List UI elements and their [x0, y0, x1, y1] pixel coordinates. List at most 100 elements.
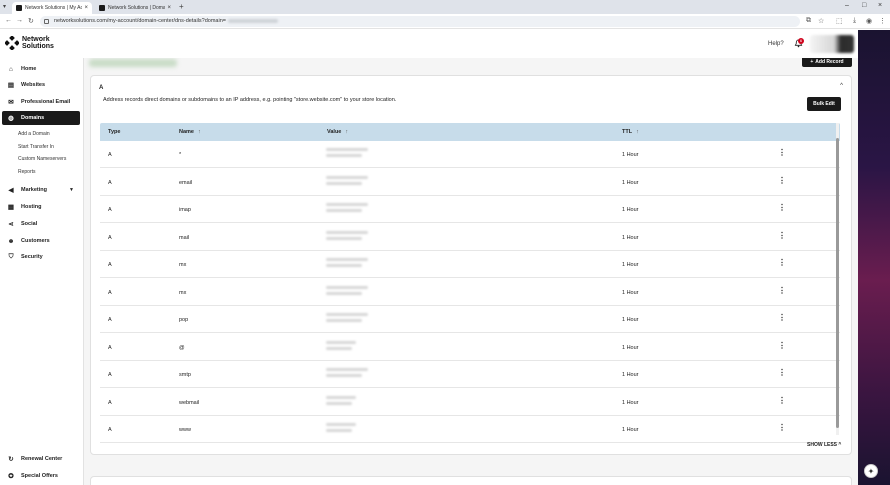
sidebar-item-security[interactable]: ⛉ Security: [2, 250, 80, 264]
forward-icon[interactable]: →: [16, 17, 23, 24]
main-content: + Add Record A ^ Address records direct …: [84, 58, 858, 485]
translate-icon[interactable]: ⧉: [806, 17, 811, 25]
table-scrollbar-thumb[interactable]: [836, 138, 839, 428]
record-type: A: [108, 289, 112, 296]
close-tab-icon[interactable]: ×: [167, 5, 171, 11]
row-actions-icon[interactable]: ⋮: [778, 176, 786, 185]
user-avatar[interactable]: [810, 35, 854, 53]
record-ttl: 1 Hour: [622, 344, 639, 351]
sidebar-item-label: Customers: [21, 238, 50, 244]
chat-assistant-button[interactable]: ✦: [864, 464, 878, 478]
row-actions-icon[interactable]: ⋮: [778, 148, 786, 157]
card-title: A: [99, 85, 104, 91]
show-less-button[interactable]: SHOW LESS ^: [807, 442, 841, 448]
site-favicon-icon: [99, 5, 105, 11]
globe-icon: ◍: [8, 115, 14, 122]
sort-arrow-icon[interactable]: ↑: [636, 129, 639, 135]
table-row: Apop 1 Hour ⋮: [100, 306, 840, 333]
sidebar-item-label: Renewal Center: [21, 456, 63, 462]
sidebar-item-domains[interactable]: ◍ Domains: [2, 111, 80, 125]
address-bar[interactable]: networksolutions.com/my-account/domain-c…: [40, 16, 800, 27]
row-actions-icon[interactable]: ⋮: [778, 396, 786, 405]
row-actions-icon[interactable]: ⋮: [778, 423, 786, 432]
sidebar-item-label: Domains: [21, 115, 45, 121]
notification-badge: 6: [798, 38, 804, 44]
next-records-card: [90, 476, 852, 485]
record-name: @: [179, 344, 185, 351]
table-row: A * 1 Hour ⋮: [100, 141, 840, 168]
record-value-redacted: [326, 423, 378, 435]
table-row: Aimap 1 Hour ⋮: [100, 196, 840, 223]
record-ttl: 1 Hour: [622, 372, 639, 378]
row-actions-icon[interactable]: ⋮: [778, 368, 786, 377]
record-value-redacted: [326, 395, 378, 408]
close-tab-icon[interactable]: ×: [84, 5, 88, 11]
sort-arrow-icon[interactable]: ↑: [198, 129, 201, 135]
record-ttl: 1 Hour: [622, 152, 639, 158]
record-type: A: [108, 262, 112, 268]
table-row: Awww 1 Hour ⋮: [100, 416, 840, 443]
email-icon: ✉: [8, 99, 14, 106]
subnav-start-transfer[interactable]: Start Transfer In: [18, 144, 54, 150]
sidebar-item-home[interactable]: ⌂ Home: [2, 62, 80, 76]
reload-icon[interactable]: ↻: [28, 17, 34, 25]
record-value-redacted: [326, 148, 378, 160]
browser-tab-2[interactable]: Network Solutions | Domain ×: [95, 2, 175, 14]
sidebar-item-renewal-center[interactable]: ↻ Renewal Center: [2, 452, 80, 466]
row-actions-icon[interactable]: ⋮: [778, 313, 786, 322]
row-actions-icon[interactable]: ⋮: [778, 258, 786, 267]
tab-search-icon[interactable]: ▾: [3, 3, 6, 10]
column-header-name[interactable]: Name ↑: [179, 129, 201, 135]
sidebar-item-label: Professional Email: [21, 99, 71, 105]
table-row: Amx 1 Hour ⋮: [100, 251, 840, 278]
close-window-icon[interactable]: ×: [878, 2, 882, 9]
plus-icon: +: [810, 58, 814, 65]
menu-icon[interactable]: ⋮: [879, 17, 886, 25]
sidebar-item-marketing[interactable]: ◀ Marketing ▼: [2, 183, 80, 197]
row-actions-icon[interactable]: ⋮: [778, 203, 786, 212]
table-row: Aemail 1 Hour ⋮: [100, 169, 840, 196]
site-info-icon[interactable]: [44, 19, 49, 24]
help-link[interactable]: Help?: [768, 41, 784, 47]
chevron-up-icon[interactable]: ^: [840, 83, 843, 89]
row-actions-icon[interactable]: ⋮: [778, 341, 786, 350]
sidebar-item-label: Home: [21, 66, 37, 72]
network-solutions-logo[interactable]: Network Solutions: [5, 36, 54, 50]
sidebar-item-customers[interactable]: ☻ Customers: [2, 234, 80, 248]
record-type: A: [108, 234, 112, 241]
subnav-custom-nameservers[interactable]: Custom Nameservers: [18, 156, 66, 162]
sidebar-item-websites[interactable]: ▤ Websites: [2, 78, 80, 92]
record-ttl: 1 Hour: [622, 289, 639, 296]
sidebar-item-professional-email[interactable]: ✉ Professional Email: [2, 95, 80, 109]
sidebar-item-social[interactable]: ⋖ Social: [2, 217, 80, 231]
column-header-ttl[interactable]: TTL ↑: [622, 129, 639, 135]
url-redacted: [227, 18, 278, 23]
record-value-redacted: [326, 285, 378, 298]
browser-tab-1[interactable]: Network Solutions | My Acco ×: [12, 2, 92, 14]
extensions-icon[interactable]: ⬚: [836, 17, 843, 25]
column-header-value[interactable]: Value ↑: [327, 129, 348, 135]
home-icon: ⌂: [9, 65, 13, 73]
share-icon: ⋖: [8, 221, 14, 228]
add-record-button[interactable]: + Add Record: [802, 58, 852, 67]
users-icon: ☻: [7, 237, 15, 245]
row-actions-icon[interactable]: ⋮: [778, 231, 786, 240]
subnav-add-domain[interactable]: Add a Domain: [18, 131, 50, 137]
minimize-icon[interactable]: –: [845, 2, 849, 9]
sort-arrow-icon[interactable]: ↑: [345, 129, 348, 135]
sidebar-item-special-offers[interactable]: ✪ Special Offers: [2, 469, 80, 483]
record-value-redacted: [326, 258, 378, 270]
bookmark-star-icon[interactable]: ☆: [818, 17, 824, 25]
record-type: A: [108, 317, 112, 323]
maximize-icon[interactable]: □: [862, 2, 866, 9]
new-tab-icon[interactable]: +: [179, 2, 184, 11]
download-icon[interactable]: ⤓: [853, 17, 856, 25]
subnav-reports[interactable]: Reports: [18, 169, 36, 175]
record-type: A: [108, 399, 112, 406]
back-icon[interactable]: ←: [5, 17, 12, 24]
row-actions-icon[interactable]: ⋮: [778, 286, 786, 295]
profile-icon[interactable]: ◉: [866, 17, 872, 25]
sidebar-item-hosting[interactable]: ▦ Hosting: [2, 200, 80, 214]
bulk-edit-button[interactable]: Bulk Edit: [807, 97, 841, 111]
logo-text: Network Solutions: [22, 36, 54, 50]
